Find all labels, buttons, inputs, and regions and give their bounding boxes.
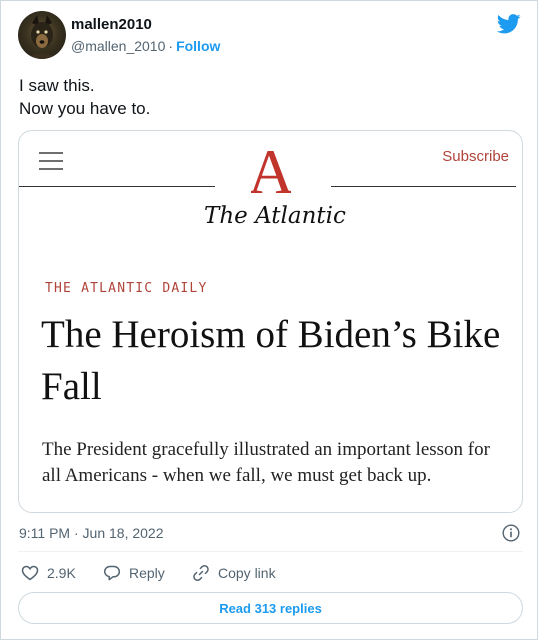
- copy-link-label: Copy link: [218, 565, 276, 581]
- header-rule-left: [19, 186, 215, 187]
- reply-button[interactable]: Reply: [103, 564, 165, 582]
- author-handle-line: @mallen_2010 · Follow: [71, 38, 220, 54]
- like-button[interactable]: 2.9K: [21, 564, 76, 582]
- divider: [18, 551, 523, 552]
- link-icon: [193, 565, 209, 581]
- kicker: THE ATLANTIC DAILY: [45, 281, 208, 296]
- logo-wordmark: The Atlantic: [204, 203, 346, 229]
- header-rule-right: [331, 186, 516, 187]
- deck: The President gracefully illustrated an …: [42, 439, 490, 486]
- tweet-embed: mallen2010 @mallen_2010 · Follow I saw thi…: [0, 0, 538, 640]
- like-count: 2.9K: [47, 565, 76, 581]
- avatar[interactable]: [18, 11, 66, 59]
- copy-link-button[interactable]: Copy link: [192, 564, 276, 582]
- author-handle[interactable]: @mallen_2010: [71, 38, 165, 54]
- hamburger-menu-icon: [39, 152, 63, 172]
- reply-label: Reply: [129, 565, 165, 581]
- tweet-line: Now you have to.: [19, 99, 151, 118]
- headline: The Heroism of Biden’s Bike Fall: [41, 313, 501, 408]
- separator-dot: ·: [168, 38, 174, 54]
- reply-icon: [103, 565, 121, 581]
- tweet-text: I saw this. Now you have to.: [19, 74, 150, 120]
- author-name[interactable]: mallen2010: [71, 16, 152, 33]
- timestamp[interactable]: 9:11 PM · Jun 18, 2022: [19, 525, 164, 541]
- read-replies-button[interactable]: Read 313 replies: [18, 592, 523, 624]
- twitter-bird-icon[interactable]: [497, 14, 521, 34]
- logo-letter: A: [251, 137, 291, 199]
- tweet-line: I saw this.: [19, 76, 95, 95]
- info-icon[interactable]: [502, 524, 520, 542]
- subscribe-text: Subscribe: [442, 148, 509, 165]
- heart-icon: [21, 565, 39, 581]
- embedded-image-card[interactable]: Subscribe A The Atlantic THE ATLANTIC DA…: [18, 130, 523, 513]
- atlantic-logo-icon: A: [251, 137, 291, 199]
- follow-link[interactable]: Follow: [176, 38, 220, 54]
